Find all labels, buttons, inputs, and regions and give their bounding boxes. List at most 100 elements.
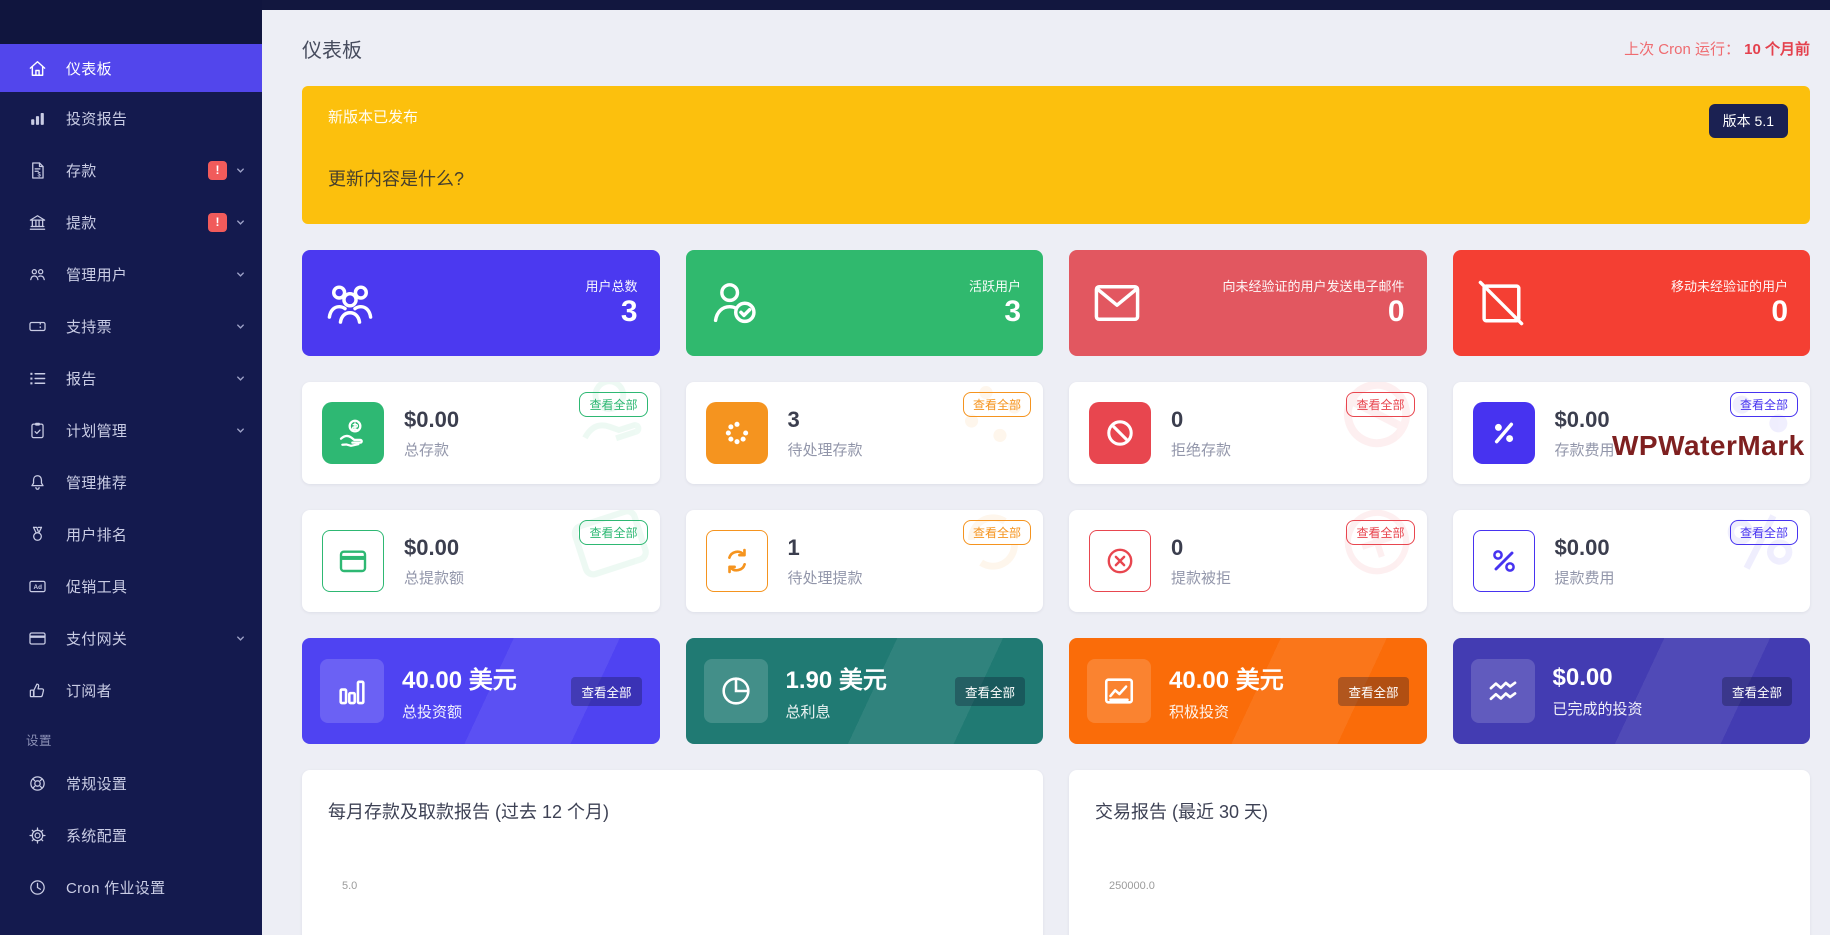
view-all-badge[interactable]: 查看全部: [579, 392, 647, 417]
card-value: $0.00: [1555, 407, 1615, 433]
sidebar-item-subscribers[interactable]: 订阅者: [0, 664, 262, 716]
sidebar-item-support-tickets[interactable]: 支持票: [0, 300, 262, 352]
view-all-button[interactable]: 查看全部: [1722, 677, 1792, 706]
cron-label: 上次 Cron 运行：: [1624, 41, 1740, 58]
main-content: 仪表板 上次 Cron 运行： 10 个月前 新版本已发布 版本 5.1 更新内…: [262, 10, 1830, 935]
charts-section: 每月存款及取款报告 (过去 12 个月) 5.0 交易报告 (最近 30 天) …: [302, 770, 1810, 935]
chevron-down-icon[interactable]: [235, 165, 246, 176]
card-label: 已完成的投资: [1553, 698, 1643, 719]
card-label: 拒绝存款: [1171, 439, 1231, 460]
card-value: $0.00: [404, 407, 459, 433]
chart-pie-icon: [704, 659, 768, 723]
view-all-button[interactable]: 查看全部: [955, 677, 1025, 706]
sidebar-item-system-configuration[interactable]: 系统配置: [0, 809, 262, 861]
sidebar-item-deposits[interactable]: $ 存款 !: [0, 144, 262, 196]
banner-title: 新版本已发布: [328, 106, 1784, 127]
view-all-badge[interactable]: 查看全部: [579, 520, 647, 545]
sidebar-item-label: 系统配置: [66, 825, 127, 846]
times-circle-icon: [1089, 530, 1151, 592]
card-label: 总投资额: [402, 701, 517, 722]
card-label: 待处理提款: [788, 567, 863, 588]
sidebar-item-label: 提款: [66, 212, 97, 233]
percent-icon: [1473, 530, 1535, 592]
chevron-down-icon[interactable]: [235, 321, 246, 332]
sidebar-item-payment-gateways[interactable]: 支付网关: [0, 612, 262, 664]
list-icon: [26, 367, 48, 389]
sidebar-item-manage-users[interactable]: 管理用户: [0, 248, 262, 300]
stat-label: 向未经验证的用户发送电子邮件: [1222, 276, 1404, 295]
sidebar-item-label: 支持票: [66, 316, 112, 337]
view-all-badge[interactable]: 查看全部: [963, 392, 1031, 417]
pending-deposits-card: 3 待处理存款 查看全部: [686, 382, 1044, 484]
user-check-icon: [708, 277, 760, 329]
view-all-badge[interactable]: 查看全部: [963, 520, 1031, 545]
stat-row-2: $0.00 总存款 查看全部 3 待处理存款 查看全部 0 拒绝存款 查看全部: [302, 382, 1810, 484]
chart-title: 交易报告 (最近 30 天): [1095, 798, 1784, 824]
active-investments-card: 40.00 美元 积极投资 查看全部: [1069, 638, 1427, 744]
sidebar-item-label: 管理推荐: [66, 472, 127, 493]
sidebar-item-cron-settings[interactable]: Cron 作业设置: [0, 861, 262, 913]
chevron-down-icon[interactable]: [235, 633, 246, 644]
monthly-deposit-withdraw-report-card: 每月存款及取款报告 (过去 12 个月) 5.0: [302, 770, 1043, 935]
clock-icon: [26, 876, 48, 898]
sync-icon: [706, 530, 768, 592]
sidebar-item-user-ranking[interactable]: 用户排名: [0, 508, 262, 560]
view-all-button[interactable]: 查看全部: [1338, 677, 1408, 706]
ban-icon: [1089, 402, 1151, 464]
chevron-down-icon[interactable]: [235, 425, 246, 436]
mobile-unverified-card[interactable]: 移动未经验证的用户 0: [1453, 250, 1811, 356]
whats-new-link[interactable]: 更新内容是什么?: [328, 165, 464, 191]
sidebar-item-plan-management[interactable]: 计划管理: [0, 404, 262, 456]
chevron-down-icon[interactable]: [235, 217, 246, 228]
card-label: 总提款额: [404, 567, 464, 588]
sidebar-item-promo-tools[interactable]: Ad 促销工具: [0, 560, 262, 612]
alert-badge: !: [208, 213, 227, 232]
hand-holding-dollar-icon: [322, 402, 384, 464]
view-all-badge[interactable]: 查看全部: [1730, 392, 1798, 417]
stat-value: 0: [1222, 295, 1404, 330]
dial-icon: [26, 772, 48, 794]
card-label: 总存款: [404, 439, 459, 460]
chevron-down-icon[interactable]: [235, 269, 246, 280]
active-users-card[interactable]: 活跃用户 3: [686, 250, 1044, 356]
page-title: 仪表板: [302, 34, 362, 63]
sidebar-item-investment-report[interactable]: 投资报告: [0, 92, 262, 144]
clipboard-icon: [26, 419, 48, 441]
email-unverified-card[interactable]: 向未经验证的用户发送电子邮件 0: [1069, 250, 1427, 356]
top-strip: [0, 0, 1830, 10]
sidebar-item-manage-referrals[interactable]: 管理推荐: [0, 456, 262, 508]
y-axis-tick: 5.0: [342, 880, 1017, 892]
bell-icon: [26, 471, 48, 493]
sidebar-item-label: 仪表板: [66, 58, 112, 79]
spinner-icon: [706, 402, 768, 464]
gear-icon: [26, 824, 48, 846]
percent-dots-icon: [1473, 402, 1535, 464]
chevron-down-icon[interactable]: [235, 373, 246, 384]
bank-icon: [26, 211, 48, 233]
sidebar-item-label: 存款: [66, 160, 97, 181]
stat-row-4: 40.00 美元 总投资额 查看全部 1.90 美元 总利息 查看全部 40.0…: [302, 638, 1810, 744]
sidebar-item-label: 订阅者: [66, 680, 112, 701]
credit-card-icon: [322, 530, 384, 592]
card-label: 提款被拒: [1171, 567, 1231, 588]
version-badge[interactable]: 版本 5.1: [1709, 104, 1788, 138]
card-value: 40.00 美元: [1169, 660, 1284, 695]
y-axis-tick: 250000.0: [1109, 880, 1784, 892]
deposit-charge-card: $0.00 存款费用 查看全部: [1453, 382, 1811, 484]
card-value: 1.90 美元: [786, 660, 887, 695]
sidebar-item-dashboard[interactable]: 仪表板: [0, 44, 262, 92]
view-all-badge[interactable]: 查看全部: [1346, 392, 1414, 417]
sidebar-item-withdrawals[interactable]: 提款 !: [0, 196, 262, 248]
envelope-slash-icon: [1475, 277, 1527, 329]
view-all-badge[interactable]: 查看全部: [1730, 520, 1798, 545]
sidebar-item-reports[interactable]: 报告: [0, 352, 262, 404]
sidebar-item-general-settings[interactable]: 常规设置: [0, 757, 262, 809]
card-value: 0: [1171, 407, 1231, 433]
view-all-badge[interactable]: 查看全部: [1346, 520, 1414, 545]
view-all-button[interactable]: 查看全部: [571, 677, 641, 706]
card-value: 3: [788, 407, 863, 433]
card-value: $0.00: [404, 535, 464, 561]
chart-zigzag-icon: [1471, 659, 1535, 723]
card-value: $0.00: [1553, 664, 1643, 692]
total-users-card[interactable]: 用户总数 3: [302, 250, 660, 356]
